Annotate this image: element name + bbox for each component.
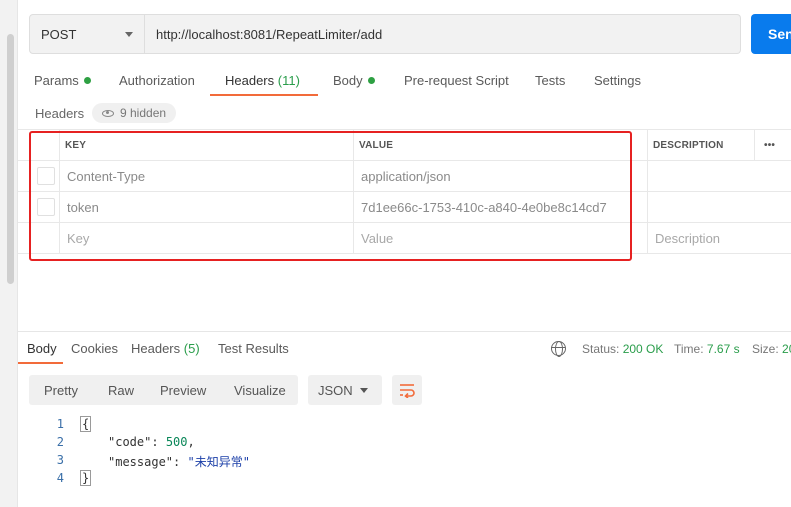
tab-body[interactable]: Body bbox=[333, 66, 375, 96]
line-number: 4 bbox=[56, 471, 64, 485]
column-header-key: KEY bbox=[65, 139, 87, 151]
wrap-lines-button[interactable] bbox=[392, 375, 422, 405]
header-value-cell[interactable]: application/json bbox=[353, 161, 451, 191]
column-header-description: DESCRIPTION bbox=[653, 139, 724, 151]
wrap-lines-icon bbox=[400, 384, 415, 398]
status-info: Status: 200 OK bbox=[582, 342, 664, 356]
format-select[interactable]: JSON bbox=[308, 375, 382, 405]
tab-params[interactable]: Params bbox=[34, 66, 91, 96]
time-info: Time: 7.67 s bbox=[674, 342, 740, 356]
new-value-input[interactable]: Value bbox=[353, 223, 393, 253]
pretty-button[interactable]: Pretty bbox=[44, 375, 78, 405]
response-divider bbox=[18, 331, 791, 332]
table-row: Content-Type application/json bbox=[18, 161, 791, 192]
dot-indicator-icon bbox=[367, 77, 375, 84]
time-value: 7.67 s bbox=[706, 342, 740, 356]
line-number: 2 bbox=[56, 435, 64, 449]
line-number: 3 bbox=[56, 453, 64, 467]
size-info: Size: 20 bbox=[752, 342, 791, 356]
eye-icon bbox=[102, 109, 114, 117]
tab-headers[interactable]: Headers (11) bbox=[225, 66, 300, 96]
response-tab-cookies[interactable]: Cookies bbox=[71, 340, 118, 358]
method-label: POST bbox=[41, 26, 77, 42]
active-tab-underline bbox=[210, 94, 318, 96]
active-response-tab-underline bbox=[18, 362, 63, 364]
new-description-input[interactable]: Description bbox=[647, 223, 720, 253]
response-tab-headers[interactable]: Headers (5) bbox=[131, 340, 200, 358]
size-value: 20 bbox=[782, 342, 791, 356]
dot-indicator-icon bbox=[83, 77, 91, 84]
visualize-button[interactable]: Visualize bbox=[234, 375, 286, 405]
tab-pre-request-script[interactable]: Pre-request Script bbox=[404, 66, 509, 96]
header-value-cell[interactable]: 7d1ee66c-1753-410c-a840-4e0be8c14cd7 bbox=[353, 192, 607, 222]
url-input[interactable]: http://localhost:8081/RepeatLimiter/add bbox=[145, 14, 741, 54]
column-header-value: VALUE bbox=[359, 139, 394, 151]
hidden-headers-toggle[interactable]: 9 hidden bbox=[92, 103, 177, 123]
chevron-down-icon bbox=[360, 388, 368, 393]
header-key-cell[interactable]: Content-Type bbox=[59, 161, 145, 191]
tab-authorization[interactable]: Authorization bbox=[119, 66, 195, 96]
row-checkbox[interactable] bbox=[37, 167, 55, 185]
table-row-new: Key Value Description bbox=[18, 223, 791, 254]
chevron-down-icon bbox=[125, 32, 133, 37]
raw-button[interactable]: Raw bbox=[108, 375, 134, 405]
url-text: http://localhost:8081/RepeatLimiter/add bbox=[156, 26, 383, 42]
globe-icon[interactable] bbox=[551, 341, 566, 357]
line-number: 1 bbox=[56, 417, 64, 431]
response-tab-body[interactable]: Body bbox=[27, 340, 57, 358]
header-key-cell[interactable]: token bbox=[59, 192, 99, 222]
table-header-row: KEY VALUE DESCRIPTION ••• bbox=[18, 129, 791, 161]
table-row: token 7d1ee66c-1753-410c-a840-4e0be8c14c… bbox=[18, 192, 791, 223]
headers-section-title: Headers bbox=[35, 106, 85, 121]
new-key-input[interactable]: Key bbox=[59, 223, 89, 253]
tab-tests[interactable]: Tests bbox=[535, 66, 565, 96]
format-button-group: Pretty Raw Preview Visualize bbox=[29, 375, 298, 405]
left-scrollbar[interactable] bbox=[7, 34, 14, 284]
row-checkbox[interactable] bbox=[37, 198, 55, 216]
preview-button[interactable]: Preview bbox=[160, 375, 206, 405]
more-options-icon[interactable]: ••• bbox=[758, 130, 775, 160]
send-button[interactable]: Send bbox=[751, 14, 791, 54]
status-value: 200 OK bbox=[622, 342, 664, 356]
response-tab-test-results[interactable]: Test Results bbox=[218, 340, 289, 358]
method-select[interactable]: POST bbox=[29, 14, 145, 54]
tab-settings[interactable]: Settings bbox=[594, 66, 641, 96]
